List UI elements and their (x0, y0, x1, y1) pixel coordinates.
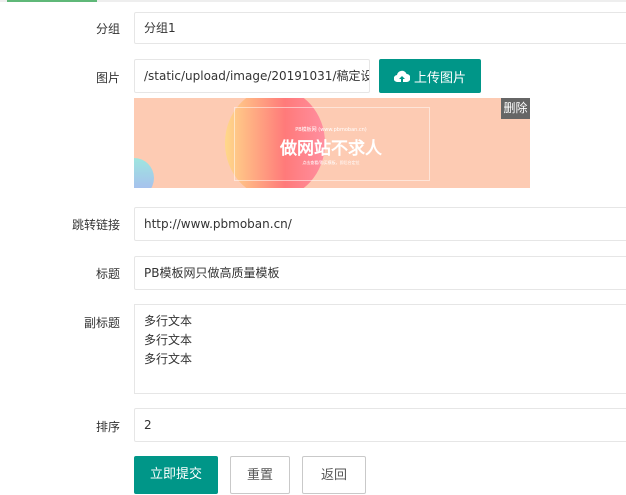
cloud-upload-icon (393, 70, 410, 82)
subtitle-textarea[interactable]: 多行文本 多行文本 多行文本 (134, 304, 626, 394)
upload-image-label: 上传图片 (413, 70, 466, 86)
sort-label: 排序 (95, 420, 120, 434)
link-input[interactable]: http://www.pbmoban.cn/ (134, 207, 626, 241)
title-input[interactable]: PB模板网只做高质量模板 (134, 256, 626, 290)
reset-button[interactable]: 重置 (230, 456, 290, 494)
group-input[interactable]: 分组1 (134, 12, 626, 44)
back-button[interactable]: 返回 (302, 456, 366, 494)
banner-blob-small (134, 158, 154, 188)
tab-active-indicator (7, 0, 97, 2)
subtitle-label: 副标题 (83, 316, 120, 330)
textarea-line: 多行文本 (144, 333, 193, 347)
title-label: 标题 (95, 267, 120, 281)
image-path-input[interactable]: /static/upload/image/20191031/稿定设计 (134, 59, 370, 93)
banner-top-text: PB模板网 (www.pbmoban.cn) (295, 127, 367, 133)
banner-sub-text: 点击查看/购买模板，即后台定位 (302, 160, 360, 165)
banner-headline: 做网站不求人 (280, 139, 382, 159)
textarea-line: 多行文本 (144, 352, 193, 366)
image-preview: PB模板网 (www.pbmoban.cn) 做网站不求人 点击查看/购买模板，… (134, 98, 530, 188)
image-label: 图片 (95, 71, 120, 85)
delete-image-button[interactable]: 删除 (501, 98, 530, 119)
sort-input[interactable]: 2 (134, 408, 626, 442)
group-label: 分组 (95, 22, 120, 36)
textarea-line: 多行文本 (144, 314, 193, 328)
submit-button[interactable]: 立即提交 (134, 456, 218, 494)
link-label: 跳转链接 (71, 218, 120, 232)
upload-image-button[interactable]: 上传图片 (379, 59, 481, 93)
